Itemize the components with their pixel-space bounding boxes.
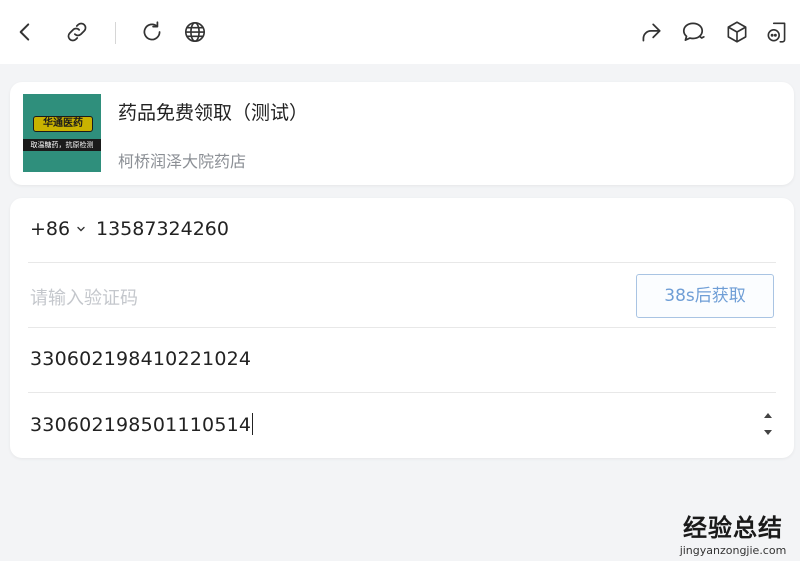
store-title: 药品免费领取（测试） — [118, 102, 309, 124]
id-number-input-2[interactable]: 330602198501110514 — [30, 413, 254, 436]
top-toolbar — [0, 0, 800, 64]
spinner-up-icon — [764, 413, 772, 418]
country-code-value: +86 — [30, 218, 71, 240]
phone-input[interactable]: 13587324260 — [96, 218, 229, 240]
watermark: 经验总结 jingyanzongjie.com — [668, 508, 798, 557]
cube-icon[interactable] — [722, 17, 752, 47]
spinner-down-icon — [764, 430, 772, 435]
chat-bubble-icon[interactable] — [678, 17, 708, 47]
get-code-button[interactable]: 38s后获取 — [636, 274, 774, 318]
chevron-down-icon — [77, 226, 85, 232]
id-row-1: 330602198410221024 — [28, 328, 776, 393]
thumbnail-tagline: 取温糖药，抗原检测 — [23, 139, 101, 151]
store-thumbnail: 华通医药 取温糖药，抗原检测 — [23, 94, 101, 172]
thumbnail-logo-text: 华通医药 — [33, 116, 93, 132]
watermark-url: jingyanzongjie.com — [679, 544, 787, 557]
id-number-input-1[interactable]: 330602198410221024 — [30, 348, 251, 370]
code-row: 请输入验证码 38s后获取 — [28, 263, 776, 328]
back-chevron-icon[interactable] — [10, 17, 40, 47]
store-name: 柯桥润泽大院药店 — [118, 152, 247, 171]
id-row-2: 330602198501110514 — [28, 393, 776, 457]
globe-icon[interactable] — [180, 17, 210, 47]
phone-row: +86 13587324260 — [28, 198, 776, 263]
share-icon[interactable] — [636, 17, 666, 47]
watermark-title: 经验总结 — [683, 514, 783, 542]
id-number-value-2: 330602198501110514 — [30, 414, 252, 436]
store-card: 华通医药 取温糖药，抗原检测 药品免费领取（测试） 柯桥润泽大院药店 — [10, 82, 794, 185]
miniprogram-icon[interactable] — [762, 17, 792, 47]
verification-code-input[interactable]: 请输入验证码 — [30, 284, 138, 310]
form-card: +86 13587324260 请输入验证码 38s后获取 3306021984… — [10, 198, 794, 458]
number-spinner[interactable] — [761, 409, 775, 439]
refresh-icon[interactable] — [137, 17, 167, 47]
link-icon[interactable] — [62, 17, 92, 47]
toolbar-divider — [115, 22, 116, 44]
country-code-select[interactable]: +86 — [30, 218, 86, 240]
text-caret — [252, 413, 254, 435]
